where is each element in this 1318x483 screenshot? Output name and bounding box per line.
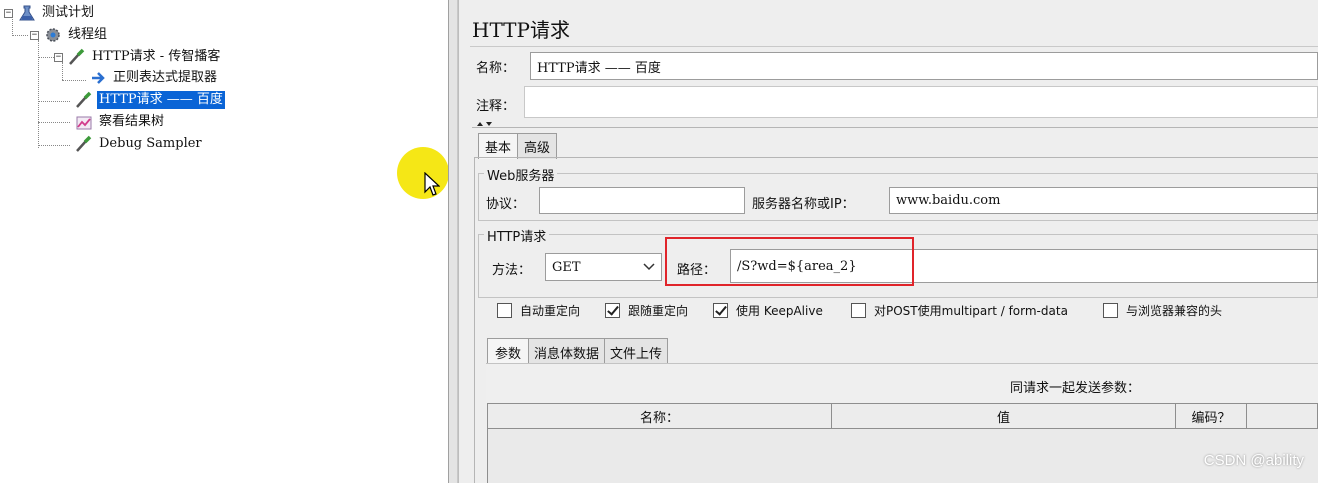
tree-item-label: HTTP请求 —— 百度 — [97, 91, 225, 109]
tab-parameters[interactable]: 参数 — [487, 338, 530, 366]
regex-extractor-arrow-icon — [88, 69, 108, 87]
thread-group-gear-icon — [43, 26, 63, 44]
checkbox-box-checked[interactable] — [713, 303, 728, 318]
browser-compatible-headers-checkbox[interactable]: 与浏览器兼容的头 — [1103, 302, 1222, 319]
tree-item-label: 测试计划 — [42, 5, 95, 20]
tree-item-label: Debug Sampler — [99, 136, 202, 151]
comment-label: 注释： — [476, 99, 516, 114]
checkbox-box-checked[interactable] — [605, 303, 620, 318]
checkbox-label: 自动重定向 — [520, 304, 581, 318]
tree-item-debug-sampler[interactable]: Debug Sampler — [74, 134, 204, 154]
server-name-field[interactable]: www.baidu.com — [889, 187, 1318, 214]
column-header-name[interactable]: 名称： — [487, 403, 832, 429]
parameters-table-body[interactable] — [487, 429, 1318, 483]
keepalive-checkbox[interactable]: 使用 KeepAlive — [713, 302, 823, 319]
chevron-down-icon — [643, 263, 655, 271]
comment-field[interactable] — [524, 86, 1318, 118]
tree-item-regex-extractor[interactable]: 正则表达式提取器 — [88, 68, 219, 88]
test-plan-tree: − 测试计划 − 线程组 − HTTP请求 - 传智播客 正则表达式提取器 HT… — [0, 0, 449, 483]
follow-redirects-checkbox[interactable]: 跟随重定向 — [605, 302, 688, 319]
checkbox-box[interactable] — [1103, 303, 1118, 318]
tree-item-view-results-tree[interactable]: 察看结果树 — [74, 112, 166, 132]
debug-sampler-pipette-icon — [74, 135, 94, 153]
http-request-group-title: HTTP请求 — [484, 226, 550, 245]
auto-redirect-checkbox[interactable]: 自动重定向 — [497, 302, 580, 319]
column-header-encode[interactable]: 编码？ — [1175, 403, 1247, 429]
tree-item-label: 线程组 — [68, 27, 108, 42]
web-server-group-title: Web服务器 — [484, 165, 558, 184]
tree-item-thread-group[interactable]: − 线程组 — [30, 25, 109, 45]
tree-item-label: 正则表达式提取器 — [113, 70, 218, 85]
checkbox-box[interactable] — [851, 303, 866, 318]
collapse-toggle[interactable]: − — [4, 8, 13, 18]
splitter-handle[interactable] — [448, 0, 458, 483]
name-field[interactable]: HTTP请求 —— 百度 — [530, 52, 1318, 80]
method-label: 方法： — [492, 263, 532, 278]
name-label: 名称： — [476, 61, 516, 76]
checkbox-label: 跟随重定向 — [628, 304, 689, 318]
protocol-field[interactable] — [539, 187, 745, 214]
multipart-checkbox[interactable]: 对POST使用multipart / form-data — [851, 302, 1068, 319]
checkbox-label: 对POST使用multipart / form-data — [874, 304, 1068, 318]
tab-advanced[interactable]: 高级 — [517, 133, 558, 159]
tab-body-data[interactable]: 消息体数据 — [528, 338, 606, 366]
panel-title: HTTP请求 — [472, 18, 570, 42]
tab-file-upload[interactable]: 文件上传 — [604, 338, 669, 366]
watermark: CSDN @ability — [1203, 452, 1304, 469]
tab-basic[interactable]: 基本 — [478, 133, 519, 159]
results-tree-chart-icon — [74, 113, 94, 131]
server-name-label: 服务器名称或IP： — [752, 197, 855, 212]
tree-item-http-request-baidu[interactable]: HTTP请求 —— 百度 — [74, 90, 225, 110]
method-value: GET — [552, 259, 581, 275]
mouse-pointer-icon — [424, 172, 440, 196]
collapse-toggle[interactable]: − — [54, 52, 63, 62]
config-tabs: 基本 高级 — [478, 133, 558, 159]
method-select[interactable]: GET — [545, 253, 662, 281]
http-sampler-pipette-icon — [67, 48, 87, 66]
http-sampler-pipette-icon — [74, 91, 94, 109]
collapse-toggle[interactable]: − — [30, 30, 39, 40]
checkbox-label: 使用 KeepAlive — [736, 304, 823, 318]
tree-item-test-plan[interactable]: − 测试计划 — [4, 3, 96, 23]
params-caption: 同请求一起发送参数： — [1010, 381, 1141, 396]
checkbox-label: 与浏览器兼容的头 — [1126, 304, 1223, 318]
column-header-extra[interactable] — [1246, 403, 1318, 429]
checkbox-box[interactable] — [497, 303, 512, 318]
protocol-label: 协议： — [486, 197, 526, 212]
test-plan-icon — [17, 4, 37, 22]
tree-item-label: 察看结果树 — [99, 114, 165, 129]
tree-item-label: HTTP请求 - 传智播客 — [92, 49, 221, 64]
cursor-highlight — [397, 147, 449, 199]
path-highlight-box — [665, 237, 914, 286]
split-divider — [472, 127, 1318, 128]
tree-item-http-request-chuanzhi[interactable]: − HTTP请求 - 传智播客 — [54, 47, 222, 67]
column-header-value[interactable]: 值 — [831, 403, 1176, 429]
body-tabs: 参数 消息体数据 文件上传 — [487, 338, 669, 366]
title-divider — [470, 46, 1318, 47]
